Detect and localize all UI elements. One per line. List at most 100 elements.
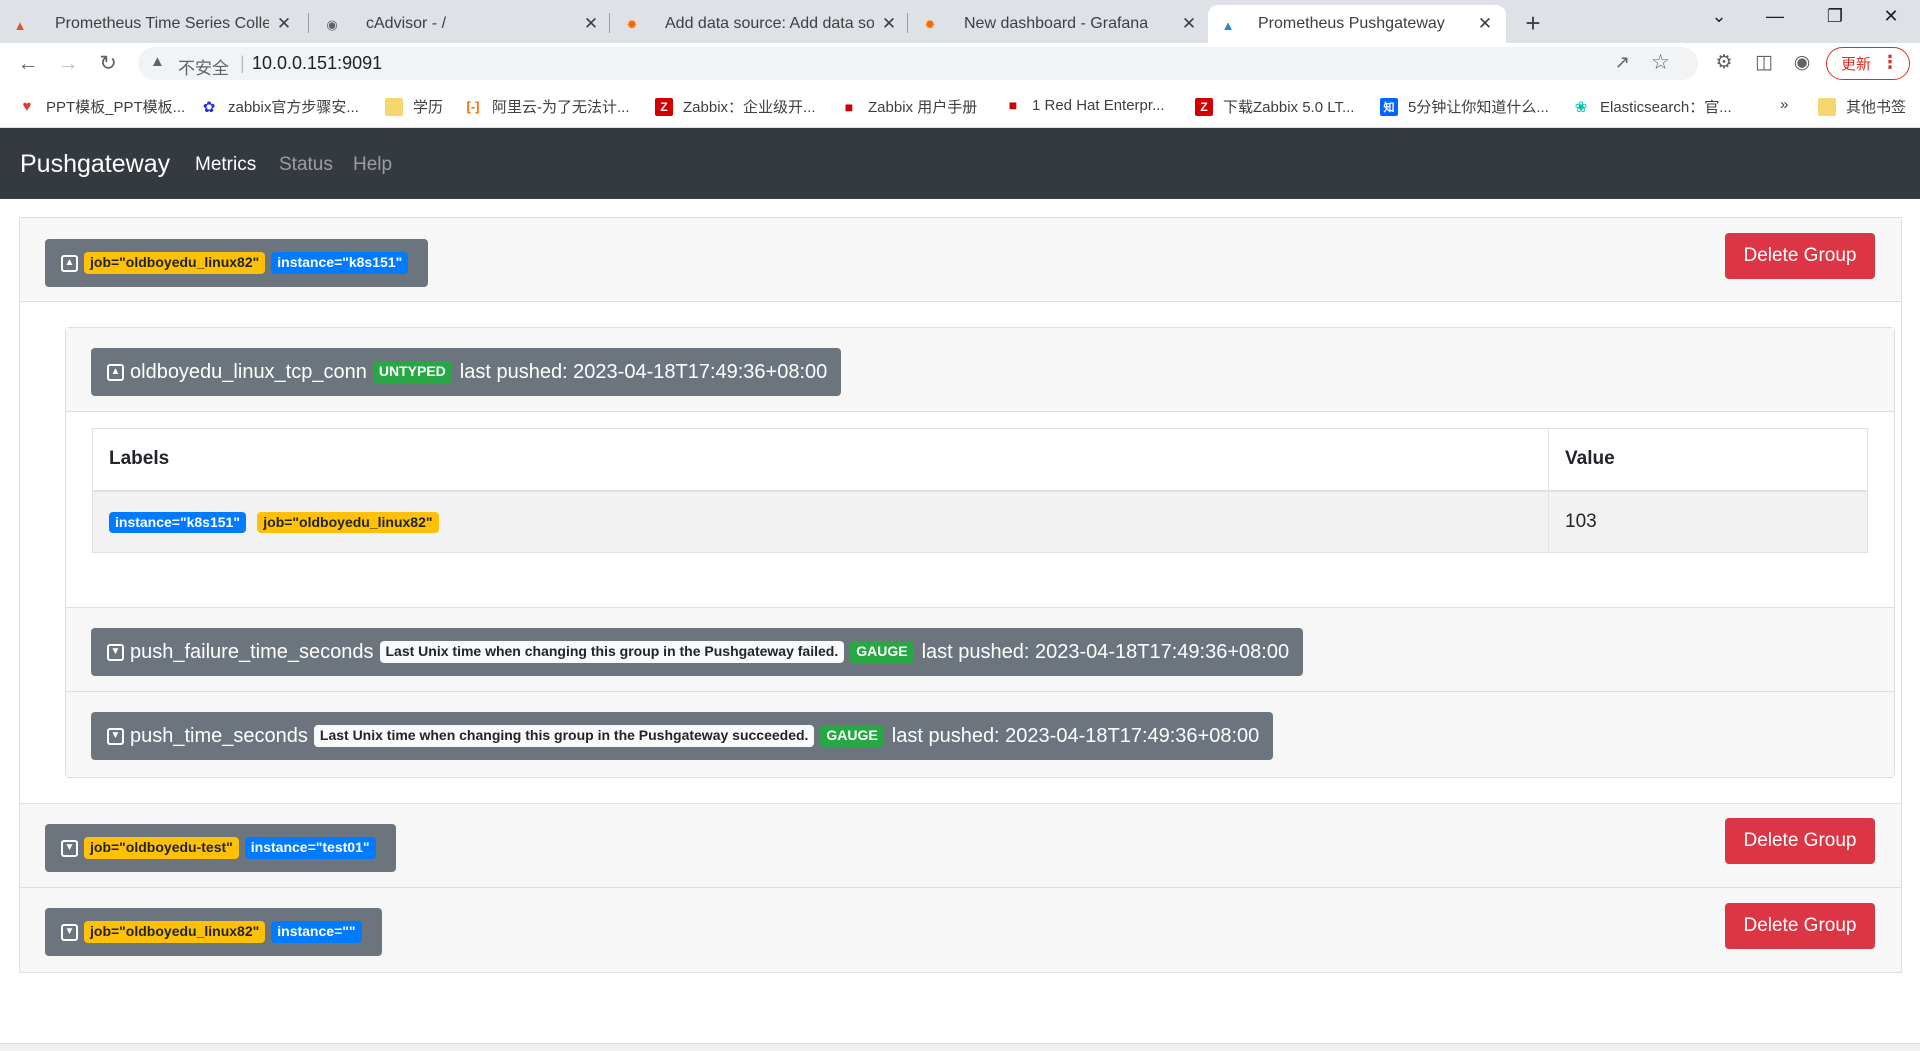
- expand-toggle-icon: ▼: [107, 727, 124, 745]
- warning-triangle-icon[interactable]: ▲: [150, 53, 165, 70]
- tab-separator: [609, 13, 610, 33]
- minimize-icon[interactable]: —: [1760, 6, 1790, 27]
- horizontal-scrollbar[interactable]: [0, 1043, 1920, 1051]
- tab-close-icon[interactable]: ✕: [1180, 14, 1198, 34]
- prometheus-favicon-icon: ▲: [13, 17, 27, 33]
- bookmark-label: zabbix官方步骤安...: [228, 99, 359, 116]
- bookmark-item[interactable]: [-] 阿里云-为了无法计...: [464, 96, 630, 117]
- back-arrow-icon[interactable]: ←: [14, 51, 42, 77]
- tab-close-icon[interactable]: ✕: [880, 14, 898, 34]
- value-column-header: Value: [1548, 428, 1868, 492]
- bookmark-item[interactable]: ■ Zabbix 用户手册: [840, 96, 977, 117]
- metrics-card: ▲ oldboyedu_linux_tcp_conn UNTYPED last …: [65, 327, 1895, 778]
- last-pushed-text: last pushed: 2023-04-18T17:49:36+08:00: [459, 360, 828, 383]
- instance-label-badge: instance="k8s151": [271, 252, 409, 274]
- profile-avatar-icon[interactable]: ◉: [1788, 51, 1816, 74]
- bookmark-item[interactable]: ■ 1 Red Hat Enterpr...: [1004, 96, 1165, 114]
- kebab-menu-icon[interactable]: ⋮: [1881, 52, 1899, 73]
- grafana-favicon-icon: ✹: [924, 17, 936, 32]
- forward-arrow-icon[interactable]: →: [54, 51, 82, 77]
- metric-type-badge: GAUGE: [850, 641, 914, 663]
- table-row: instance="k8s151" job="oldboyedu_linux82…: [92, 490, 1868, 553]
- aliyun-icon: [-]: [466, 99, 480, 114]
- delete-group-button[interactable]: Delete Group: [1725, 818, 1875, 864]
- bookmark-item[interactable]: ✿ zabbix官方步骤安...: [200, 96, 359, 117]
- side-panel-icon[interactable]: ◫: [1750, 51, 1778, 74]
- delete-group-button[interactable]: Delete Group: [1725, 903, 1875, 949]
- tab-title: Prometheus Time Series Collec: [55, 15, 269, 32]
- table-header-row: Labels Value: [92, 428, 1868, 492]
- bookmark-star-icon[interactable]: ☆: [1651, 50, 1670, 75]
- metric-groups-card: ▲ job="oldboyedu_linux82" instance="k8s1…: [19, 217, 1902, 973]
- nav-link-metrics[interactable]: Metrics: [195, 154, 256, 176]
- brand-logo[interactable]: Pushgateway: [20, 150, 170, 179]
- value-cell: 103: [1548, 490, 1868, 553]
- globe-icon: ◉: [326, 17, 338, 32]
- labels-cell: instance="k8s151" job="oldboyedu_linux82…: [92, 490, 1549, 553]
- job-label-badge: job="oldboyedu-test": [84, 837, 239, 859]
- zabbix-icon: Z: [1195, 97, 1213, 116]
- group-toggle-button[interactable]: ▼ job="oldboyedu_linux82" instance="": [45, 908, 382, 956]
- zhihu-icon: 知: [1380, 97, 1398, 116]
- paw-icon: ✿: [202, 98, 216, 116]
- metric-header: ▼ push_failure_time_seconds Last Unix ti…: [66, 607, 1894, 692]
- tab-title: New dashboard - Grafana: [964, 15, 1149, 32]
- bookmark-label: 阿里云-为了无法计...: [492, 99, 630, 116]
- address-bar[interactable]: ▲ 不安全 | 10.0.0.151:9091 ↗ ☆: [138, 47, 1698, 80]
- extensions-puzzle-icon[interactable]: ⚙: [1710, 51, 1738, 74]
- bookmark-item[interactable]: Z Zabbix：企业级开...: [655, 96, 816, 117]
- tab-close-icon[interactable]: ✕: [275, 14, 293, 34]
- address-url[interactable]: 10.0.0.151:9091: [252, 53, 382, 74]
- bookmark-label: 下载Zabbix 5.0 LT...: [1223, 99, 1355, 116]
- metric-type-badge: GAUGE: [820, 725, 884, 747]
- folder-icon: [385, 97, 403, 116]
- window-close-icon[interactable]: ✕: [1876, 6, 1906, 27]
- new-tab-plus-icon[interactable]: +: [1518, 8, 1548, 39]
- bookmark-label: 5分钟让你知道什么...: [1408, 99, 1549, 116]
- group-toggle-button[interactable]: ▲ job="oldboyedu_linux82" instance="k8s1…: [45, 239, 429, 287]
- bookmark-label: Elasticsearch：官...: [1600, 99, 1732, 116]
- bookmark-label: PPT模板_PPT模板...: [46, 99, 186, 116]
- metric-toggle-button[interactable]: ▼ push_failure_time_seconds Last Unix ti…: [91, 628, 1304, 676]
- metric-header: ▼ push_time_seconds Last Unix time when …: [66, 692, 1894, 777]
- other-bookmarks[interactable]: 其他书签: [1818, 96, 1906, 117]
- share-icon[interactable]: ↗: [1615, 52, 1630, 73]
- reload-icon[interactable]: ↻: [94, 51, 122, 77]
- bookmark-item[interactable]: 学历: [385, 96, 443, 117]
- nav-link-help[interactable]: Help: [353, 154, 392, 176]
- instance-label-badge: instance="k8s151": [109, 511, 246, 533]
- delete-group-button[interactable]: Delete Group: [1725, 233, 1875, 279]
- bookmark-item[interactable]: 知 5分钟让你知道什么...: [1380, 96, 1549, 117]
- instance-label-badge: instance="test01": [244, 837, 376, 859]
- more-bookmarks-chevron-icon[interactable]: »: [1780, 96, 1788, 113]
- collapse-toggle-icon: ▲: [107, 363, 124, 381]
- restore-icon[interactable]: ❐: [1820, 6, 1850, 27]
- bookmark-label: 1 Red Hat Enterpr...: [1032, 96, 1165, 114]
- bookmark-label: 其他书签: [1846, 99, 1907, 116]
- tab-separator: [308, 13, 309, 33]
- tab-close-icon[interactable]: ✕: [1476, 14, 1494, 34]
- browser-tab[interactable]: ◉ cAdvisor - / ✕: [312, 5, 612, 43]
- group-header: ▼ job="oldboyedu-test" instance="test01"…: [20, 803, 1901, 888]
- browser-tab-active[interactable]: ▲ Prometheus Pushgateway ✕: [1208, 5, 1506, 43]
- group-toggle-button[interactable]: ▼ job="oldboyedu-test" instance="test01": [45, 824, 396, 872]
- heart-icon: ♥: [22, 98, 32, 115]
- bookmark-item[interactable]: Z 下载Zabbix 5.0 LT...: [1195, 96, 1354, 117]
- browser-tab[interactable]: ✹ Add data source: Add data so ✕: [612, 5, 910, 43]
- elastic-icon: ❀: [1574, 98, 1588, 116]
- browser-toolbar: ← → ↻ ▲ 不安全 | 10.0.0.151:9091 ↗ ☆ ⚙ ◫ ◉ …: [0, 43, 1920, 84]
- collapse-toggle-icon: ▲: [61, 254, 78, 272]
- nav-link-status[interactable]: Status: [279, 154, 333, 176]
- browser-tab[interactable]: ✹ New dashboard - Grafana ✕: [910, 5, 1210, 43]
- tab-title: Add data source: Add data so: [665, 15, 874, 32]
- tab-search-chevron-icon[interactable]: ⌄: [1704, 6, 1734, 27]
- metric-toggle-button[interactable]: ▲ oldboyedu_linux_tcp_conn UNTYPED last …: [91, 348, 842, 396]
- bookmark-item[interactable]: ❀ Elasticsearch：官...: [1572, 96, 1732, 117]
- update-button[interactable]: 更新 ⋮: [1826, 47, 1910, 80]
- tab-close-icon[interactable]: ✕: [582, 14, 600, 34]
- redhat-book-icon: ■: [844, 98, 854, 115]
- bookmark-item[interactable]: ♥ PPT模板_PPT模板...: [18, 96, 186, 117]
- metric-toggle-button[interactable]: ▼ push_time_seconds Last Unix time when …: [91, 712, 1274, 760]
- zabbix-icon: Z: [655, 97, 673, 116]
- browser-tab[interactable]: ▲ Prometheus Time Series Collec ✕: [0, 5, 305, 43]
